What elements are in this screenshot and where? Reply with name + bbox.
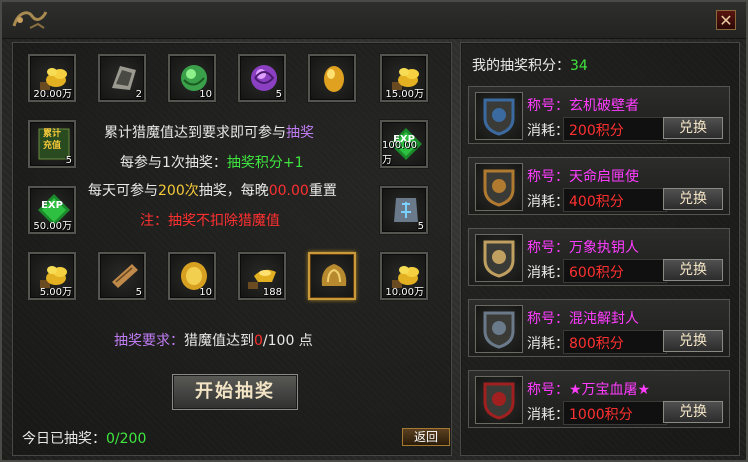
prize-cell[interactable]: EXP 100.00万 <box>380 120 428 168</box>
info-line-2: 每参与1次抽奖：抽奖积分+1 <box>120 155 304 171</box>
cost-text: 消耗：400积分 <box>527 194 624 210</box>
info-note: 注：抽奖不扣除猎魔值 <box>140 213 280 229</box>
title-badge-icon <box>475 376 523 424</box>
prize-cell[interactable]: 188 <box>238 252 286 300</box>
lottery-window: ✕ 20.00万 2 10 5 15.00万 累计 充值 5 EXP 100.00万 EXP 50.… <box>0 0 748 462</box>
prize-quantity: 20.00万 <box>33 89 72 100</box>
today-count: 今日已抽奖：0/200 <box>22 431 147 447</box>
title-name: 称号：天命启匣使 <box>527 169 639 185</box>
prize-cell[interactable]: 20.00万 <box>28 54 76 102</box>
cost-text: 消耗：200积分 <box>527 123 624 139</box>
dragon-logo-icon <box>12 11 48 29</box>
exchange-card: 称号：★万宝血屠★ 消耗：1000积分 兑换 <box>468 370 730 428</box>
prize-quantity: 100.00万 <box>382 140 417 166</box>
cost-text: 消耗：600积分 <box>527 265 624 281</box>
prize-cell[interactable]: 10 <box>168 54 216 102</box>
title-name: 称号：玄机破壁者 <box>527 98 639 114</box>
prize-quantity: 5 <box>65 155 72 166</box>
prize-quantity: 5 <box>135 287 142 298</box>
title-bar: ✕ <box>2 2 746 39</box>
icon-label: 累计 充值 <box>42 129 61 151</box>
prize-quantity: 10 <box>199 89 212 100</box>
icon-label: EXP <box>41 200 63 211</box>
prize-cell[interactable] <box>308 252 356 300</box>
prize-cell[interactable]: 5.00万 <box>28 252 76 300</box>
requirement-text: 抽奖要求：猎魔值达到0/100 点 <box>114 333 313 349</box>
back-button[interactable]: 返回 <box>402 428 450 446</box>
exchange-card: 称号：混沌解封人 消耗：800积分 兑换 <box>468 299 730 357</box>
close-button[interactable]: ✕ <box>716 10 736 30</box>
start-lottery-button[interactable]: 开始抽奖 <box>172 374 298 410</box>
title-name: 称号：混沌解封人 <box>527 311 639 327</box>
prize-cell[interactable]: EXP 50.00万 <box>28 186 76 234</box>
exchange-card: 称号：万象执钥人 消耗：600积分 兑换 <box>468 228 730 286</box>
prize-quantity: 50.00万 <box>33 221 72 232</box>
prize-quantity: 5.00万 <box>39 287 72 298</box>
exchange-button[interactable]: 兑换 <box>663 330 723 352</box>
exchange-card: 称号：玄机破壁者 消耗：200积分 兑换 <box>468 86 730 144</box>
info-line-3: 每天可参与200次抽奖，每晚00.00重置 <box>88 183 337 199</box>
prize-quantity: 15.00万 <box>385 89 424 100</box>
exchange-button[interactable]: 兑换 <box>663 117 723 139</box>
prize-quantity: 5 <box>417 221 424 232</box>
prize-quantity: 10 <box>199 287 212 298</box>
prize-cell[interactable]: 2 <box>98 54 146 102</box>
cost-text: 消耗：800积分 <box>527 336 624 352</box>
exchange-button[interactable]: 兑换 <box>663 188 723 210</box>
title-name: 称号：万象执钥人 <box>527 240 639 256</box>
prize-cell[interactable]: 10 <box>168 252 216 300</box>
cost-text: 消耗：1000积分 <box>527 407 633 423</box>
prize-cell[interactable]: 15.00万 <box>380 54 428 102</box>
title-badge-icon <box>475 234 523 282</box>
title-badge-icon <box>475 305 523 353</box>
title-name: 称号：★万宝血屠★ <box>527 382 651 398</box>
prize-quantity: 5 <box>275 89 282 100</box>
info-line-1: 累计猎魔值达到要求即可参与抽奖 <box>104 125 314 141</box>
exchange-button[interactable]: 兑换 <box>663 401 723 423</box>
prize-quantity: 2 <box>135 89 142 100</box>
title-badge-icon <box>475 163 523 211</box>
prize-cell[interactable]: 10.00万 <box>380 252 428 300</box>
prize-quantity: 10.00万 <box>385 287 424 298</box>
title-badge-icon <box>475 92 523 140</box>
prize-quantity: 188 <box>262 287 282 298</box>
exchange-card: 称号：天命启匣使 消耗：400积分 兑换 <box>468 157 730 215</box>
exchange-button[interactable]: 兑换 <box>663 259 723 281</box>
points-display: 我的抽奖积分：34 <box>472 58 588 74</box>
prize-cell[interactable]: 5 <box>238 54 286 102</box>
prize-cell[interactable]: 5 <box>98 252 146 300</box>
prize-cell[interactable]: 5 <box>380 186 428 234</box>
prize-cell[interactable] <box>308 54 356 102</box>
prize-cell[interactable]: 累计 充值 5 <box>28 120 76 168</box>
